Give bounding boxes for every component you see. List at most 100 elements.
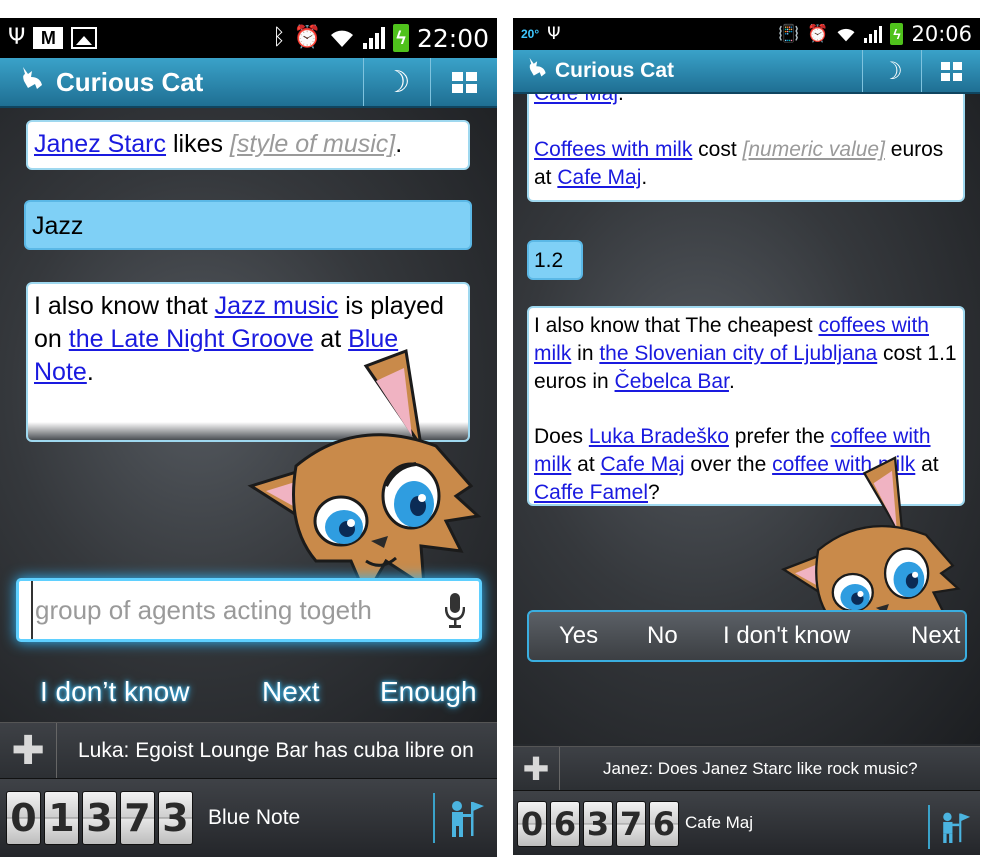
entity-link[interactable]: Cafe Maj bbox=[534, 94, 618, 105]
app-title-text: Curious Cat bbox=[56, 66, 204, 97]
image-icon bbox=[71, 27, 98, 49]
add-button[interactable]: ✚ bbox=[0, 723, 57, 779]
answer-options: Yes No I don't know Next bbox=[527, 610, 967, 662]
status-bar: 20° Ψ 📳 ⏰ ϟ 20:06 bbox=[513, 18, 980, 50]
score-digit: 0 bbox=[6, 791, 41, 845]
vibrate-icon: 📳 bbox=[778, 23, 800, 44]
usb-icon: Ψ bbox=[8, 25, 26, 50]
current-place: Blue Note bbox=[208, 806, 301, 829]
night-mode-icon: ☽ bbox=[383, 65, 411, 99]
score-digit: 6 bbox=[649, 801, 679, 847]
question-text: in bbox=[571, 342, 600, 365]
left-phone-screen: Ψ M ᛒ ⏰ ϟ 22:00 Curious Cat ☽ Janez Star… bbox=[0, 18, 497, 857]
wifi-icon bbox=[329, 27, 355, 49]
night-mode-button[interactable]: ☽ bbox=[862, 50, 921, 92]
gmail-icon: M bbox=[33, 27, 64, 49]
right-phone-screen: 20° Ψ 📳 ⏰ ϟ 20:06 Curious Cat ☽ Coffees … bbox=[513, 18, 980, 855]
entity-link[interactable]: Coffees with milk bbox=[534, 138, 692, 161]
news-ticker[interactable]: Janez: Does Janez Starc like rock music? bbox=[603, 747, 976, 791]
placeholder-text: [numeric value] bbox=[742, 138, 885, 161]
user-answer-text: Jazz bbox=[32, 212, 84, 240]
user-answer-bubble: 1.2 bbox=[527, 240, 583, 280]
entity-link[interactable]: Janez Starc bbox=[34, 130, 166, 158]
question-text: I also know that bbox=[34, 292, 215, 320]
score-digit: 6 bbox=[550, 801, 580, 847]
signal-icon bbox=[864, 25, 883, 43]
answer-option[interactable]: Next bbox=[262, 676, 320, 708]
status-time: 20:06 bbox=[911, 22, 972, 46]
status-time: 22:00 bbox=[416, 23, 489, 53]
app-title[interactable]: Curious Cat bbox=[20, 58, 203, 106]
answer-option[interactable]: Next bbox=[911, 612, 960, 660]
alarm-icon: ⏰ bbox=[293, 25, 321, 50]
entity-link[interactable]: Luka Bradeško bbox=[589, 425, 729, 448]
checkin-button[interactable] bbox=[928, 805, 980, 849]
app-title[interactable]: Curious Cat bbox=[527, 50, 674, 92]
question-text: ? bbox=[648, 481, 660, 504]
question-bubble: Cafe Maj. Coffees with milk cost [numeri… bbox=[527, 94, 965, 202]
battery-charging-icon: ϟ bbox=[392, 24, 409, 52]
user-answer-text: 1.2 bbox=[534, 249, 564, 272]
score-digit: 3 bbox=[82, 791, 117, 845]
score-counter: 0 1 3 7 3 bbox=[6, 791, 193, 845]
news-bar: ✚ Luka: Egoist Lounge Bar has cuba libre… bbox=[0, 722, 497, 779]
chat-area: Cafe Maj. Coffees with milk cost [numeri… bbox=[513, 94, 980, 744]
entity-link[interactable]: Cafe Maj bbox=[601, 453, 685, 476]
score-digit: 0 bbox=[517, 801, 547, 847]
temperature: 20° bbox=[521, 27, 540, 41]
chat-area: Janez Starc likes [style of music]. Jazz… bbox=[0, 108, 497, 738]
battery-charging-icon: ϟ bbox=[890, 23, 904, 45]
question-text: cost bbox=[692, 138, 743, 161]
entity-link[interactable]: Cafe Maj bbox=[557, 166, 641, 189]
signal-icon bbox=[362, 27, 385, 49]
question-text: likes bbox=[166, 130, 230, 158]
question-text: I also know that The cheapest bbox=[534, 314, 819, 337]
question-text: Does bbox=[534, 425, 589, 448]
question-text: over the bbox=[684, 453, 773, 476]
app-bar: Curious Cat ☽ bbox=[0, 58, 497, 108]
bluetooth-icon: ᛒ bbox=[272, 25, 286, 50]
grid-menu-icon bbox=[451, 71, 477, 93]
answer-option[interactable]: I don’t know bbox=[40, 676, 189, 708]
answer-option[interactable]: I don't know bbox=[723, 612, 850, 660]
app-bar: Curious Cat ☽ bbox=[513, 50, 980, 94]
checkin-person-flag-icon bbox=[452, 801, 484, 837]
question-text: . bbox=[395, 130, 403, 158]
answer-option[interactable]: Yes bbox=[559, 612, 598, 660]
answer-input[interactable]: group of agents acting togeth bbox=[16, 578, 482, 642]
alarm-icon: ⏰ bbox=[807, 23, 829, 44]
night-mode-icon: ☽ bbox=[881, 57, 903, 85]
checkin-button[interactable] bbox=[433, 793, 497, 843]
entity-link[interactable]: Caffe Famel bbox=[534, 481, 648, 504]
entity-link[interactable]: Jazz music bbox=[215, 292, 339, 320]
question-text: . bbox=[86, 358, 94, 386]
question-text: . bbox=[641, 166, 648, 189]
entity-link[interactable]: the Slovenian city of Ljubljana bbox=[599, 342, 877, 365]
night-mode-button[interactable]: ☽ bbox=[363, 58, 430, 106]
answer-option[interactable]: No bbox=[647, 612, 678, 660]
grid-menu-button[interactable] bbox=[921, 50, 980, 92]
news-ticker[interactable]: Luka: Egoist Lounge Bar has cuba libre o… bbox=[78, 723, 493, 779]
plus-icon: ✚ bbox=[522, 751, 550, 787]
news-bar: ✚ Janez: Does Janez Starc like rock musi… bbox=[513, 746, 980, 791]
score-digit: 1 bbox=[44, 791, 79, 845]
answer-option[interactable]: Enough bbox=[380, 676, 477, 708]
add-button[interactable]: ✚ bbox=[513, 747, 560, 791]
current-place: Cafe Maj bbox=[685, 813, 754, 832]
score-digit: 7 bbox=[616, 801, 646, 847]
score-bar: 0 1 3 7 3 Blue Note bbox=[0, 778, 497, 857]
user-answer-bubble: Jazz bbox=[24, 200, 472, 250]
score-digit: 3 bbox=[583, 801, 613, 847]
entity-link[interactable]: Čebelca Bar bbox=[615, 370, 729, 393]
cat-logo-icon bbox=[527, 56, 549, 86]
checkin-person-flag-icon bbox=[943, 812, 971, 843]
cat-logo-icon bbox=[20, 65, 46, 100]
score-digit: 3 bbox=[158, 791, 193, 845]
microphone-icon[interactable] bbox=[445, 593, 465, 629]
plus-icon: ✚ bbox=[11, 729, 45, 773]
usb-icon: Ψ bbox=[547, 23, 561, 44]
score-bar: 0 6 3 7 6 Cafe Maj bbox=[513, 790, 980, 855]
status-bar: Ψ M ᛒ ⏰ ϟ 22:00 bbox=[0, 18, 497, 58]
question-bubble: Janez Starc likes [style of music]. bbox=[26, 120, 470, 170]
grid-menu-button[interactable] bbox=[430, 58, 497, 106]
